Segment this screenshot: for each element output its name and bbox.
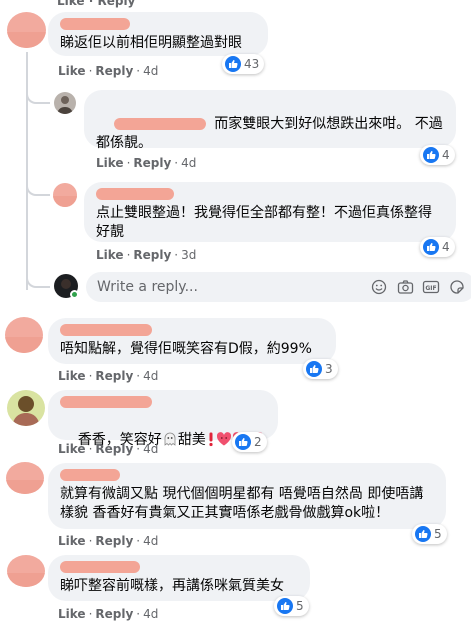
timestamp[interactable]: 4d bbox=[143, 607, 158, 621]
comment-actions: Like · Reply · 4d bbox=[58, 442, 159, 456]
reaction-count[interactable]: 2 bbox=[232, 432, 267, 452]
comment-bubble: 睇返佢以前相佢明顯整過對眼 bbox=[48, 12, 268, 56]
comment-text: 睇返佢以前相佢明顯整過對眼 bbox=[60, 35, 242, 51]
reaction-count[interactable]: 5 bbox=[412, 524, 447, 544]
reply-button[interactable]: Reply bbox=[95, 64, 133, 78]
reaction-count[interactable]: 43 bbox=[222, 54, 265, 74]
gif-icon[interactable]: GIF bbox=[422, 278, 440, 296]
like-count: 5 bbox=[296, 599, 304, 613]
timestamp[interactable]: 4d bbox=[143, 442, 158, 456]
comment-actions: Like · Reply · 4d bbox=[58, 64, 159, 78]
comment-bubble: 就算有微調又點 現代個個明星都有 唔覺唔自然咼 即使唔講樣貌 香香好有貴氣又正其… bbox=[48, 463, 446, 529]
svg-text:GIF: GIF bbox=[425, 285, 436, 292]
reply-button[interactable]: Reply bbox=[133, 156, 171, 170]
reply-bubble: 点止雙眼整過！我覺得佢全部都有整！不過佢真係整得好靚 bbox=[84, 182, 456, 242]
avatar[interactable] bbox=[54, 92, 76, 114]
commenter-name-redacted[interactable] bbox=[96, 188, 174, 200]
reaction-count[interactable]: 4 bbox=[420, 237, 455, 257]
reply-bubble: 而家雙眼大到好似想跌出來咁。 不過都係靚。 bbox=[84, 90, 456, 151]
like-button[interactable]: Like bbox=[58, 442, 86, 456]
ghost-emoji-icon bbox=[162, 431, 178, 447]
camera-icon[interactable] bbox=[396, 278, 414, 296]
exclamation-emoji-icon bbox=[206, 431, 216, 447]
timestamp[interactable]: 4d bbox=[143, 534, 158, 548]
avatar[interactable] bbox=[53, 183, 77, 207]
like-button[interactable]: Like bbox=[58, 64, 86, 78]
like-count: 4 bbox=[442, 148, 450, 162]
comment-bubble: 睇吓整容前嘅樣，再講係咪氣質美女 bbox=[48, 555, 310, 601]
emoji-icon[interactable] bbox=[370, 278, 388, 296]
timestamp[interactable]: 4d bbox=[143, 369, 158, 383]
comment-text: 点止雙眼整過！我覺得佢全部都有整！不過佢真係整得好靚 bbox=[96, 205, 432, 240]
thread-branch bbox=[26, 272, 50, 288]
commenter-name-redacted[interactable] bbox=[60, 396, 152, 408]
avatar[interactable] bbox=[7, 12, 46, 48]
comment-bubble: 唔知點解，覺得佢嘅笑容有D假，約99% bbox=[48, 318, 336, 364]
reaction-count[interactable]: 4 bbox=[420, 145, 455, 165]
comment-actions: Like · Reply · 3d bbox=[96, 248, 197, 262]
previous-comment-actions: Like · Reply bbox=[57, 0, 136, 8]
avatar[interactable] bbox=[7, 390, 45, 426]
like-button[interactable]: Like bbox=[58, 534, 86, 548]
timestamp[interactable]: 4d bbox=[143, 64, 158, 78]
comment-text: 睇吓整容前嘅樣，再講係咪氣質美女 bbox=[60, 578, 284, 594]
like-button[interactable]: Like bbox=[58, 369, 86, 383]
timestamp[interactable]: 4d bbox=[181, 156, 196, 170]
reply-button[interactable]: Reply bbox=[95, 607, 133, 621]
comment-text: 唔知點解，覺得佢嘅笑容有D假，約99% bbox=[60, 341, 312, 357]
commenter-name-redacted[interactable] bbox=[60, 561, 140, 573]
like-button[interactable]: Like bbox=[96, 248, 124, 262]
comment-actions: Like · Reply · 4d bbox=[96, 156, 197, 170]
reply-button[interactable]: Reply bbox=[95, 442, 133, 456]
reaction-count[interactable]: 5 bbox=[274, 596, 309, 616]
commenter-name-redacted[interactable] bbox=[60, 469, 120, 481]
online-status-dot bbox=[70, 290, 79, 299]
thumbs-up-icon bbox=[423, 239, 439, 255]
thread-branch bbox=[26, 178, 50, 196]
like-count: 43 bbox=[244, 57, 260, 71]
thumbs-up-icon bbox=[225, 56, 241, 72]
like-count: 2 bbox=[254, 435, 262, 449]
like-count: 5 bbox=[434, 527, 442, 541]
reaction-count[interactable]: 3 bbox=[303, 359, 338, 379]
like-button[interactable]: Like bbox=[58, 607, 86, 621]
like-button[interactable]: Like bbox=[96, 156, 124, 170]
reply-input[interactable] bbox=[97, 279, 347, 295]
avatar[interactable] bbox=[5, 317, 43, 353]
commenter-name-redacted[interactable] bbox=[60, 324, 152, 336]
comment-text: 就算有微調又點 現代個個明星都有 唔覺唔自然咼 即使唔講樣貌 香香好有貴氣又正其… bbox=[60, 486, 424, 521]
avatar[interactable] bbox=[6, 462, 44, 494]
thumbs-up-icon bbox=[423, 147, 439, 163]
thread-branch bbox=[26, 86, 50, 104]
avatar[interactable] bbox=[7, 555, 45, 587]
timestamp[interactable]: 3d bbox=[181, 248, 196, 262]
commenter-name-redacted[interactable] bbox=[60, 18, 130, 30]
composer-tools: GIF bbox=[370, 278, 466, 296]
thumbs-up-icon bbox=[306, 361, 322, 377]
like-count: 4 bbox=[442, 240, 450, 254]
thumbs-up-icon bbox=[235, 434, 251, 450]
comment-actions: Like · Reply · 4d bbox=[58, 607, 159, 621]
sticker-icon[interactable] bbox=[448, 278, 466, 296]
heart-face-emoji-icon bbox=[216, 431, 232, 447]
like-count: 3 bbox=[325, 362, 333, 376]
thumbs-up-icon bbox=[277, 598, 293, 614]
reply-button[interactable]: Reply bbox=[133, 248, 171, 262]
comment-actions: Like · Reply · 4d bbox=[58, 369, 159, 383]
reply-button[interactable]: Reply bbox=[95, 534, 133, 548]
comment-actions: Like · Reply · 4d bbox=[58, 534, 159, 548]
reply-composer[interactable]: GIF bbox=[86, 272, 471, 302]
mentioned-name-redacted[interactable] bbox=[113, 118, 206, 130]
reply-button[interactable]: Reply bbox=[95, 369, 133, 383]
thumbs-up-icon bbox=[415, 526, 431, 542]
